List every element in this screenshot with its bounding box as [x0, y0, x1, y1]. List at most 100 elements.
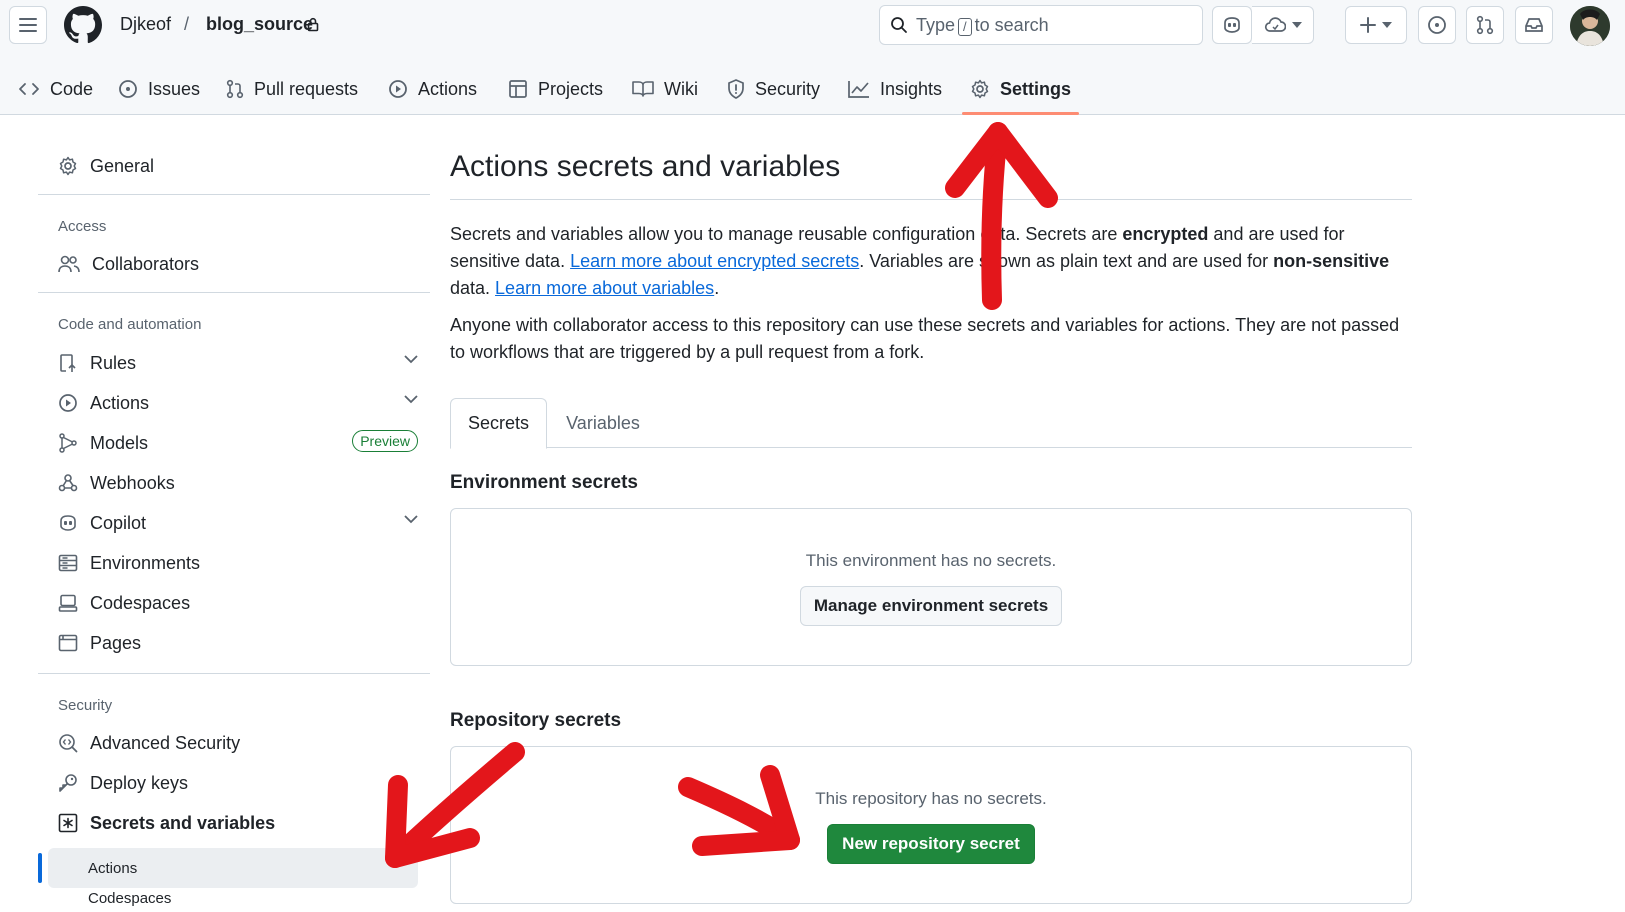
sidebar-item-label: Pages: [90, 632, 142, 653]
pull-requests-button[interactable]: [1466, 6, 1504, 44]
breadcrumb-repo[interactable]: blog_source: [206, 14, 313, 35]
intro-text: data.: [450, 278, 496, 298]
server-icon: [58, 554, 78, 572]
secrets-variables-tabs: Secrets Variables: [450, 398, 1412, 449]
git-pull-request-icon: [226, 79, 244, 99]
intro-text: . Variables are shown as plain text and …: [859, 251, 1274, 271]
chevron-down-icon[interactable]: [404, 515, 418, 524]
hamburger-icon: [19, 17, 37, 33]
avatar[interactable]: [1570, 6, 1610, 46]
learn-more-secrets-link[interactable]: Learn more about encrypted secrets: [570, 251, 859, 271]
tab-wiki[interactable]: Wiki: [632, 64, 698, 114]
tab-label: Issues: [148, 78, 201, 99]
tab-code[interactable]: Code: [18, 64, 93, 114]
graph-icon: [848, 80, 870, 98]
issue-opened-icon: [118, 79, 138, 99]
repository-secrets-empty-message: This repository has no secrets.: [815, 789, 1047, 808]
caret-down-icon: [1382, 22, 1392, 28]
repo-push-icon: [58, 353, 78, 373]
sidebar-item-label: Secrets and variables: [90, 812, 276, 833]
sidebar-subitem-codespaces[interactable]: Codespaces: [48, 890, 418, 912]
learn-more-variables-link[interactable]: Learn more about variables: [495, 278, 714, 298]
sidebar-item-secrets-and-variables[interactable]: Secrets and variables: [58, 805, 418, 841]
sidebar-divider: [38, 673, 430, 674]
sidebar-item-label: Models: [90, 432, 149, 453]
table-icon: [508, 79, 528, 99]
search-icon: [890, 16, 908, 34]
sidebar-item-deploy-keys[interactable]: Deploy keys: [58, 765, 418, 801]
lock-icon: [307, 17, 319, 32]
copilot-menu-button[interactable]: [1252, 6, 1314, 44]
sidebar-subitem-actions[interactable]: Actions: [48, 848, 418, 888]
sidebar-divider: [38, 194, 430, 195]
inbox-button[interactable]: [1515, 6, 1553, 44]
sidebar-item-label: Webhooks: [90, 472, 175, 493]
issue-opened-icon: [1427, 15, 1447, 35]
sidebar-item-actions[interactable]: Actions: [58, 385, 418, 421]
tab-label: Pull requests: [254, 78, 359, 99]
gear-icon: [970, 79, 990, 99]
sidebar-item-copilot[interactable]: Copilot: [58, 505, 418, 541]
intro-paragraph: Secrets and variables allow you to manag…: [450, 221, 1412, 302]
tab-insights[interactable]: Insights: [848, 64, 942, 114]
sidebar-item-label: General: [90, 155, 155, 176]
tab-label: Code: [50, 78, 94, 99]
sidebar-item-label: Environments: [90, 552, 201, 573]
sidebar-item-general[interactable]: General: [58, 148, 418, 184]
cloud-icon: [1264, 17, 1286, 33]
tab-label: Projects: [538, 78, 604, 99]
search-shortcut-key: /: [958, 17, 972, 36]
repository-secrets-box: This repository has no secrets. New repo…: [450, 746, 1412, 904]
tab-pull-requests[interactable]: Pull requests: [226, 64, 358, 114]
manage-environment-secrets-button[interactable]: Manage environment secrets: [800, 586, 1062, 626]
sidebar-item-environments[interactable]: Environments: [58, 545, 418, 581]
plus-icon: [1360, 17, 1376, 33]
sidebar-item-collaborators[interactable]: Collaborators: [58, 246, 418, 282]
search-input[interactable]: Type / to search: [879, 5, 1203, 45]
sidebar-heading-security: Security: [58, 697, 113, 714]
sidebar-item-models[interactable]: Models Preview: [58, 425, 418, 461]
sidebar-item-codespaces[interactable]: Codespaces: [58, 585, 418, 621]
repo-tabs: Code Issues Pull requests Actions Projec…: [0, 64, 1625, 115]
sidebar-item-pages[interactable]: Pages: [58, 625, 418, 661]
sidebar-item-label: Actions: [90, 392, 150, 413]
sidebar-divider: [38, 292, 430, 293]
people-icon: [58, 255, 80, 273]
tab-actions[interactable]: Actions: [388, 64, 477, 114]
sidebar-item-label: Rules: [90, 352, 137, 373]
page-title: Actions secrets and variables: [450, 150, 841, 183]
new-repository-secret-button[interactable]: New repository secret: [827, 824, 1035, 864]
tab-settings[interactable]: Settings: [961, 64, 1080, 115]
copilot-icon: [58, 514, 78, 532]
sidebar-item-webhooks[interactable]: Webhooks: [58, 465, 418, 501]
sidebar-item-label: Collaborators: [92, 253, 200, 274]
github-logo-icon[interactable]: [64, 6, 102, 44]
environment-secrets-heading: Environment secrets: [450, 472, 638, 493]
chevron-down-icon[interactable]: [404, 355, 418, 364]
play-icon: [388, 79, 408, 99]
create-new-button[interactable]: [1345, 6, 1407, 44]
sidebar-item-rules[interactable]: Rules: [58, 345, 418, 381]
intro-text: .: [714, 278, 720, 298]
tab-secrets[interactable]: Secrets: [450, 398, 547, 449]
menu-button[interactable]: [9, 6, 47, 44]
sidebar-item-label: Advanced Security: [90, 732, 241, 753]
tab-issues[interactable]: Issues: [118, 64, 200, 114]
tab-label: Settings: [1000, 78, 1072, 99]
tab-projects[interactable]: Projects: [508, 64, 603, 114]
chevron-down-icon[interactable]: [404, 395, 418, 404]
codespaces-icon: [58, 594, 78, 612]
git-pull-request-icon: [1476, 15, 1494, 35]
breadcrumb-separator: /: [184, 14, 190, 34]
webhook-icon: [58, 473, 78, 493]
tab-security[interactable]: Security: [727, 64, 820, 114]
sidebar-heading-access: Access: [58, 218, 107, 235]
intro-bold-encrypted: encrypted: [1122, 224, 1209, 244]
tab-variables[interactable]: Variables: [547, 398, 659, 448]
inbox-icon: [1524, 16, 1544, 34]
codescan-icon: [58, 733, 78, 753]
sidebar-item-advanced-security[interactable]: Advanced Security: [58, 725, 418, 761]
copilot-button[interactable]: [1212, 6, 1252, 44]
issues-button[interactable]: [1418, 6, 1456, 44]
breadcrumb-owner[interactable]: Djkeof: [120, 14, 171, 35]
